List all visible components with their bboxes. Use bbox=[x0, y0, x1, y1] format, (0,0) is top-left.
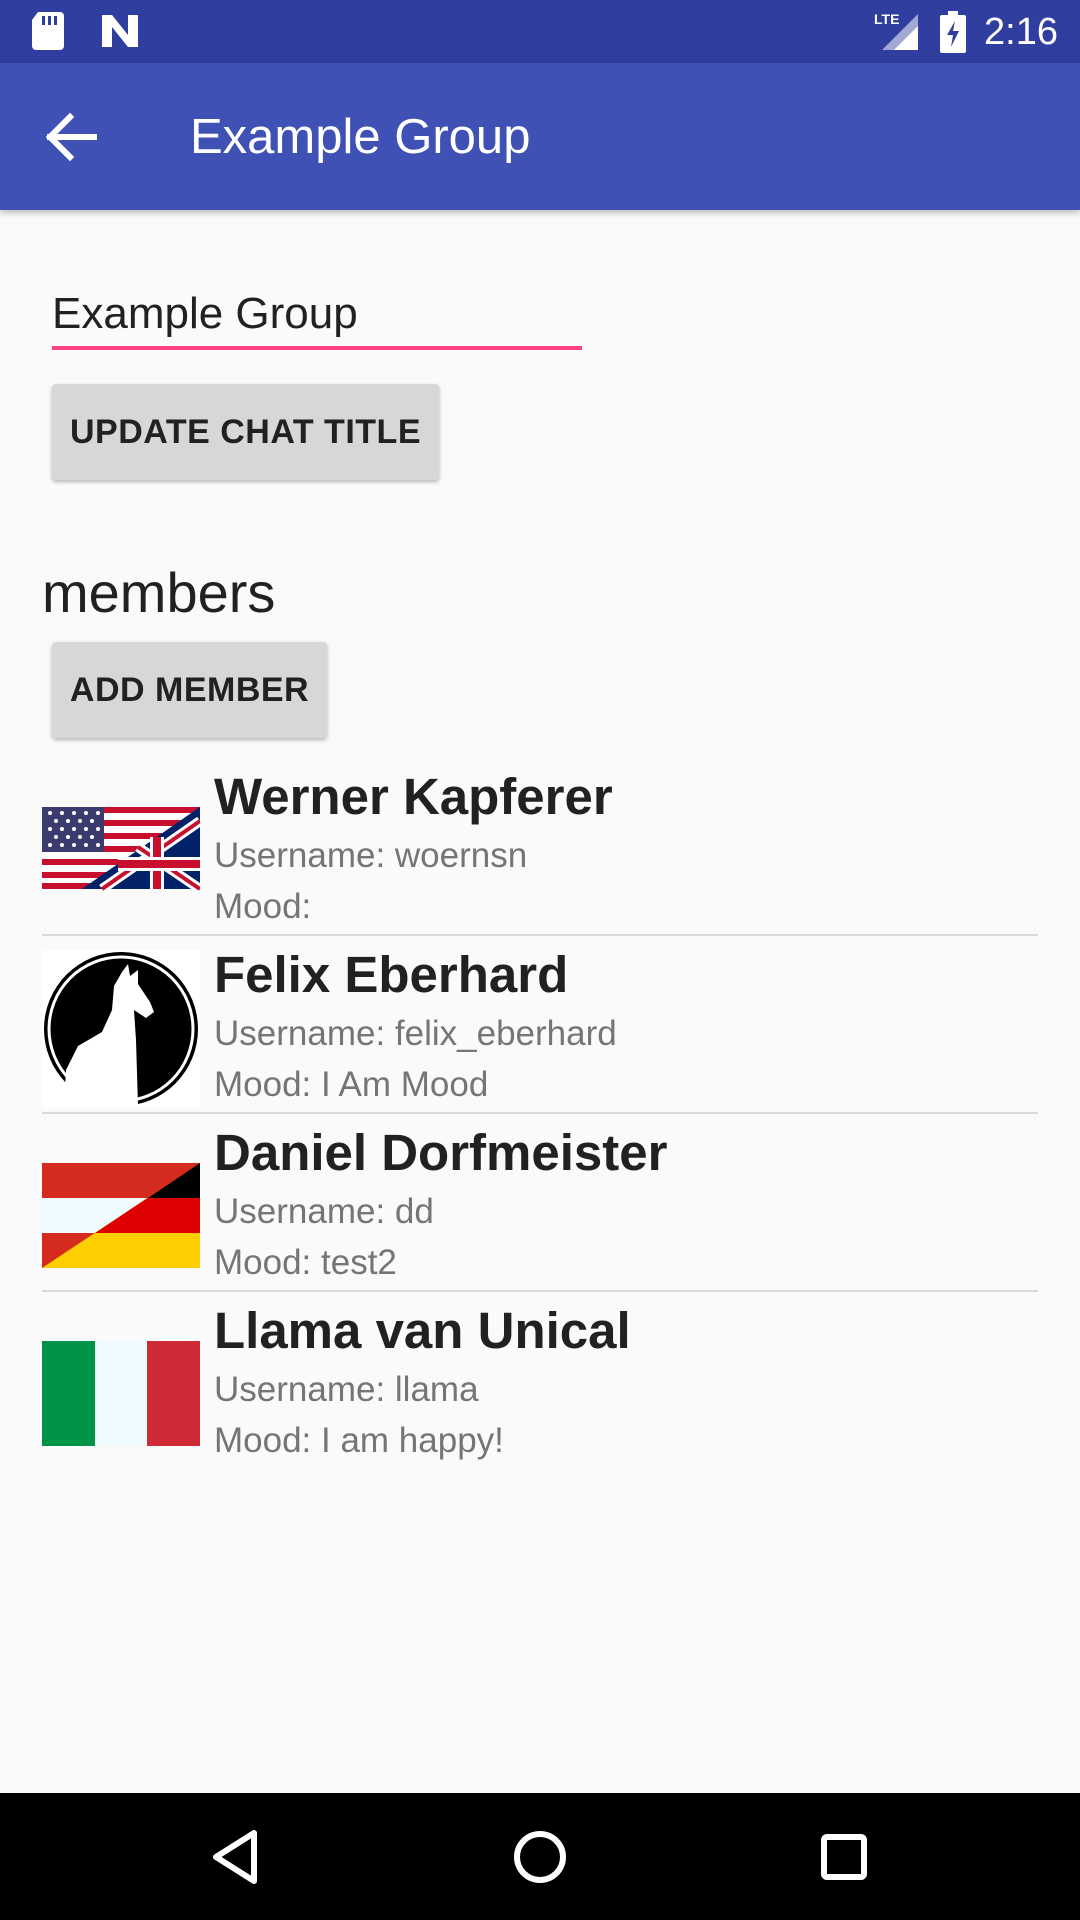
avatar-llama-logo-icon bbox=[42, 950, 200, 1108]
nav-recents-button[interactable] bbox=[808, 1821, 880, 1893]
back-button[interactable] bbox=[42, 109, 104, 165]
member-username: Username: felix_eberhard bbox=[214, 1014, 617, 1053]
member-list: Werner Kapferer Username: woernsn Mood: … bbox=[42, 758, 1038, 1468]
member-username: Username: dd bbox=[214, 1192, 434, 1231]
nav-back-button[interactable] bbox=[200, 1821, 272, 1893]
members-heading: members bbox=[42, 561, 276, 624]
home-circle-icon bbox=[514, 1831, 566, 1883]
member-username: Username: woernsn bbox=[214, 836, 528, 875]
navigation-bar bbox=[0, 1793, 1080, 1920]
clock: 2:16 bbox=[984, 11, 1058, 53]
network-type: LTE bbox=[874, 11, 899, 27]
update-chat-title-button[interactable]: UPDATE CHAT TITLE bbox=[52, 384, 439, 480]
member-mood: Mood: I am happy! bbox=[214, 1421, 504, 1460]
member-name: Werner Kapferer bbox=[214, 768, 613, 825]
recents-square-icon bbox=[821, 1834, 867, 1880]
avatar-italy-flag-icon bbox=[42, 1341, 200, 1446]
status-bar: LTE 2:16 bbox=[0, 0, 1080, 63]
member-item[interactable]: Felix Eberhard Username: felix_eberhard … bbox=[42, 936, 1038, 1114]
member-mood: Mood: bbox=[214, 887, 312, 926]
app-bar: Example Group bbox=[0, 63, 1080, 210]
nav-home-button[interactable] bbox=[504, 1821, 576, 1893]
member-mood: Mood: I Am Mood bbox=[214, 1065, 489, 1104]
avatar-austria-germany-flag-icon bbox=[42, 1163, 200, 1268]
sd-card-icon bbox=[32, 12, 64, 50]
add-member-button[interactable]: ADD MEMBER bbox=[52, 642, 327, 738]
n-logo-icon bbox=[102, 15, 138, 47]
member-item[interactable]: Werner Kapferer Username: woernsn Mood: bbox=[42, 758, 1038, 936]
signal-icon: LTE bbox=[874, 11, 919, 50]
page-title: Example Group bbox=[190, 110, 531, 164]
member-name: Daniel Dorfmeister bbox=[214, 1124, 668, 1181]
avatar-us-uk-flag-icon bbox=[42, 807, 200, 894]
chat-title-input[interactable] bbox=[52, 282, 582, 350]
member-username: Username: llama bbox=[214, 1370, 479, 1409]
back-triangle-icon bbox=[213, 1830, 257, 1884]
member-item[interactable]: Daniel Dorfmeister Username: dd Mood: te… bbox=[42, 1114, 1038, 1292]
battery-icon bbox=[940, 11, 967, 53]
main-content: UPDATE CHAT TITLE members ADD MEMBER bbox=[0, 210, 1080, 1793]
member-name: Llama van Unical bbox=[214, 1302, 631, 1359]
member-name: Felix Eberhard bbox=[214, 946, 569, 1003]
arrow-back-icon bbox=[45, 112, 97, 162]
member-item[interactable]: Llama van Unical Username: llama Mood: I… bbox=[42, 1292, 1038, 1468]
member-mood: Mood: test2 bbox=[214, 1243, 397, 1282]
